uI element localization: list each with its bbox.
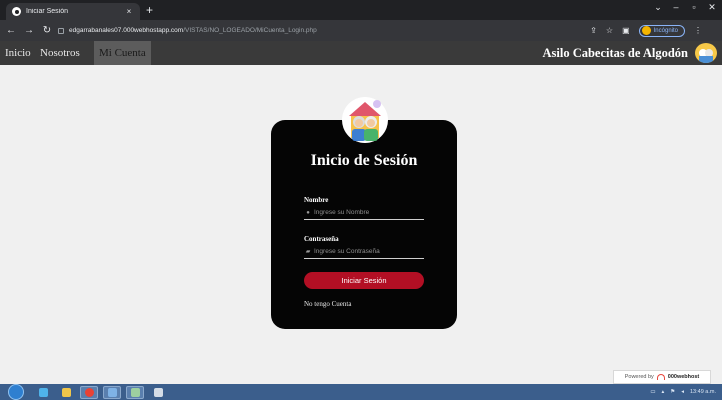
share-icon[interactable]: ⇪ xyxy=(590,26,597,35)
site-navbar: Inicio Nosotros Mi Cuenta Asilo Cabecita… xyxy=(0,41,722,65)
url-path: /VISTAS/NO_LOGEADO/MiCuenta_Login.php xyxy=(183,27,317,34)
new-tab-button[interactable]: + xyxy=(146,3,153,17)
lock-icon xyxy=(58,27,64,34)
site-brand: Asilo Cabecitas de Algodón xyxy=(542,46,688,60)
taskbar-window-icon[interactable] xyxy=(126,385,144,399)
taskbar-explorer-icon[interactable] xyxy=(57,386,75,399)
tab-search-icon[interactable]: ⌄ xyxy=(652,2,664,13)
username-field: ● xyxy=(304,206,424,220)
login-title: Inicio de Sesión xyxy=(310,152,418,169)
address-bar[interactable]: edgarrabanales07.000webhostapp.com /VIST… xyxy=(58,23,710,38)
password-label: Contraseña xyxy=(304,235,339,243)
browser-toolbar: ← → ↻ edgarrabanales07.000webhostapp.com… xyxy=(0,20,722,41)
tray-flag-icon[interactable]: ⚑ xyxy=(670,389,675,395)
password-field: ▰ xyxy=(304,245,424,259)
taskbar-clock[interactable]: 13:49 a.m. xyxy=(690,389,716,395)
username-label: Nombre xyxy=(304,196,329,204)
back-icon[interactable]: ← xyxy=(4,25,18,36)
taskbar-app-icon[interactable] xyxy=(103,385,121,399)
favicon-icon xyxy=(12,7,21,16)
key-icon: ▰ xyxy=(305,249,311,255)
browser-tabstrip: Iniciar Sesión × + ⌄ – ▫ ✕ xyxy=(0,0,722,20)
incognito-badge[interactable]: Incógnito xyxy=(638,24,685,37)
side-panel-icon[interactable]: ▣ xyxy=(622,26,630,35)
tab-title: Iniciar Sesión xyxy=(26,8,69,15)
nav-item-inicio[interactable]: Inicio xyxy=(5,41,31,65)
taskbar-ie-icon[interactable] xyxy=(34,386,52,399)
reload-icon[interactable]: ↻ xyxy=(40,25,54,36)
user-icon: ● xyxy=(306,209,310,216)
system-tray: ▭ ▴ ⚑ ◂ 13:49 a.m. xyxy=(650,384,716,400)
elderly-couple-avatar xyxy=(341,96,389,144)
tray-network-icon[interactable]: ▭ xyxy=(650,389,655,395)
webhost-logo-icon xyxy=(656,374,665,380)
window-controls: ⌄ – ▫ ✕ xyxy=(652,2,718,13)
omnibox-actions: ⇪ ☆ ▣ Incógnito ⋮ xyxy=(590,23,702,38)
powered-by-brand: 000webhost xyxy=(667,374,700,380)
page: Iniciar Sesión × + ⌄ – ▫ ✕ ← → ↻ edgarra… xyxy=(0,0,722,400)
nav-item-nosotros[interactable]: Nosotros xyxy=(40,41,80,65)
brand-logo-icon xyxy=(695,43,717,63)
url-host: edgarrabanales07.000webhostapp.com xyxy=(69,27,184,34)
close-window-icon[interactable]: ✕ xyxy=(706,2,718,13)
tray-volume-icon[interactable]: ◂ xyxy=(681,389,684,395)
forward-icon[interactable]: → xyxy=(22,25,36,36)
nav-item-mi-cuenta[interactable]: Mi Cuenta xyxy=(94,41,151,65)
incognito-label: Incógnito xyxy=(653,27,678,34)
taskbar-display-icon[interactable] xyxy=(149,386,167,399)
incognito-icon xyxy=(641,26,651,35)
maximize-icon[interactable]: ▫ xyxy=(688,2,700,13)
tray-arrow-icon[interactable]: ▴ xyxy=(662,389,665,395)
powered-by-prefix: Powered by xyxy=(624,374,654,380)
taskbar-chrome-icon[interactable] xyxy=(80,385,98,399)
tab-close-button[interactable]: × xyxy=(124,7,134,16)
start-button[interactable] xyxy=(8,384,24,400)
username-input[interactable] xyxy=(314,209,414,216)
os-taskbar: ▭ ▴ ⚑ ◂ 13:49 a.m. xyxy=(0,384,722,400)
no-account-link[interactable]: No tengo Cuenta xyxy=(304,300,351,308)
menu-kebab-icon[interactable]: ⋮ xyxy=(694,26,702,35)
powered-by-badge[interactable]: Powered by 000webhost xyxy=(613,370,711,384)
browser-tab[interactable]: Iniciar Sesión × xyxy=(6,3,140,20)
password-input[interactable] xyxy=(314,248,414,255)
login-submit-button[interactable]: Iniciar Sesión xyxy=(304,272,424,289)
minimize-icon[interactable]: – xyxy=(670,2,682,13)
bookmark-star-icon[interactable]: ☆ xyxy=(606,26,613,35)
